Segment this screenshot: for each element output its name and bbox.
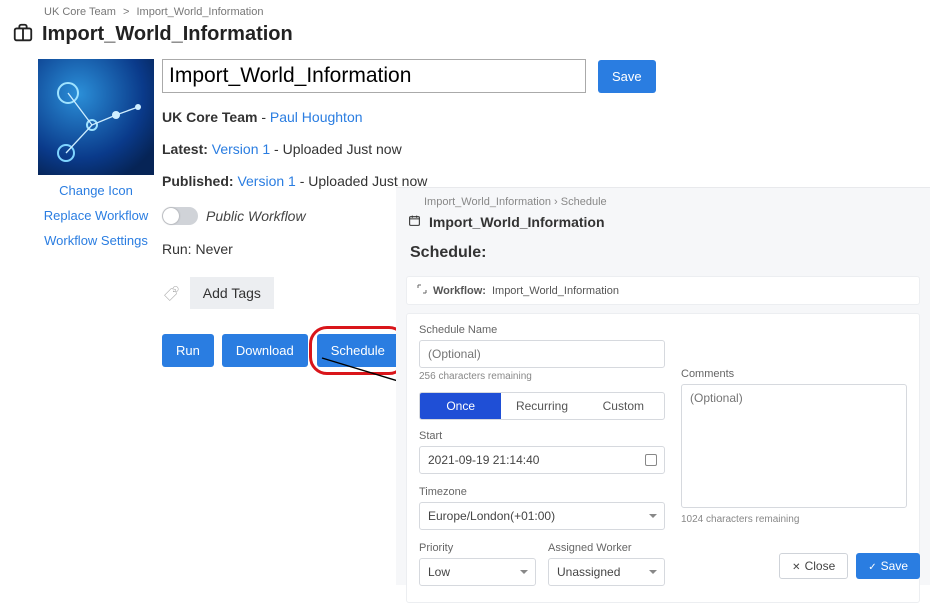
expand-icon[interactable] — [417, 284, 427, 297]
start-label: Start — [419, 430, 665, 442]
panel-close-button[interactable]: ✕Close — [779, 553, 848, 579]
schedule-panel: Import_World_Information › Schedule Impo… — [396, 187, 930, 585]
tab-once[interactable]: Once — [420, 393, 501, 419]
schedule-name-input[interactable] — [419, 340, 665, 368]
owner-line: UK Core Team - Paul Houghton — [162, 109, 938, 125]
start-datetime-input[interactable] — [419, 446, 665, 474]
tag-icon: 🏷 — [162, 284, 179, 302]
panel-title: Import_World_Information — [429, 214, 605, 230]
schedule-button[interactable]: Schedule — [317, 334, 399, 367]
owner-author-link[interactable]: Paul Houghton — [270, 109, 363, 125]
timezone-select[interactable] — [419, 502, 665, 530]
workflow-icon-column: Change Icon Replace Workflow Workflow Se… — [36, 55, 156, 368]
public-workflow-label: Public Workflow — [206, 208, 306, 224]
workflow-name-input[interactable] — [162, 59, 586, 93]
save-button[interactable]: Save — [598, 60, 656, 93]
comments-textarea[interactable] — [681, 384, 907, 508]
breadcrumb-parent[interactable]: UK Core Team — [44, 6, 116, 18]
latest-version-link[interactable]: Version 1 — [212, 141, 270, 157]
add-tags-button[interactable]: Add Tags — [190, 277, 274, 309]
worker-select[interactable] — [548, 558, 665, 586]
owner-team: UK Core Team — [162, 109, 257, 125]
latest-line: Latest: Version 1 - Uploaded Just now — [162, 141, 938, 157]
panel-breadcrumb: Import_World_Information › Schedule — [396, 188, 930, 208]
panel-save-button[interactable]: ✓Save — [856, 553, 920, 579]
briefcase-icon — [12, 22, 42, 47]
priority-select[interactable] — [419, 558, 536, 586]
frequency-tabs: Once Recurring Custom — [419, 392, 665, 420]
comments-hint: 1024 characters remaining — [681, 514, 907, 525]
worker-label: Assigned Worker — [548, 542, 665, 554]
workflow-icon — [38, 59, 154, 175]
panel-subtitle: Schedule: — [396, 230, 930, 272]
change-icon-link[interactable]: Change Icon — [36, 183, 156, 200]
breadcrumb: UK Core Team > Import_World_Information — [0, 0, 938, 22]
workflow-settings-link[interactable]: Workflow Settings — [36, 233, 156, 250]
tab-custom[interactable]: Custom — [583, 393, 664, 419]
breadcrumb-current: Import_World_Information — [137, 6, 264, 18]
breadcrumb-sep: > — [123, 6, 129, 18]
tab-recurring[interactable]: Recurring — [501, 393, 582, 419]
schedule-name-label: Schedule Name — [419, 324, 665, 336]
run-button[interactable]: Run — [162, 334, 214, 367]
close-icon: ✕ — [792, 562, 800, 573]
workflow-bar: Workflow: Import_World_Information — [406, 276, 920, 305]
replace-workflow-link[interactable]: Replace Workflow — [36, 208, 156, 225]
timezone-label: Timezone — [419, 486, 665, 498]
priority-label: Priority — [419, 542, 536, 554]
calendar-icon — [408, 214, 421, 230]
public-workflow-toggle[interactable] — [162, 207, 198, 225]
page-title-row: Import_World_Information — [0, 22, 938, 55]
schedule-name-hint: 256 characters remaining — [419, 371, 665, 382]
comments-label: Comments — [681, 368, 907, 380]
page-title: Import_World_Information — [42, 23, 293, 46]
check-icon: ✓ — [868, 562, 876, 573]
download-button[interactable]: Download — [222, 334, 308, 367]
published-version-link[interactable]: Version 1 — [237, 173, 295, 189]
